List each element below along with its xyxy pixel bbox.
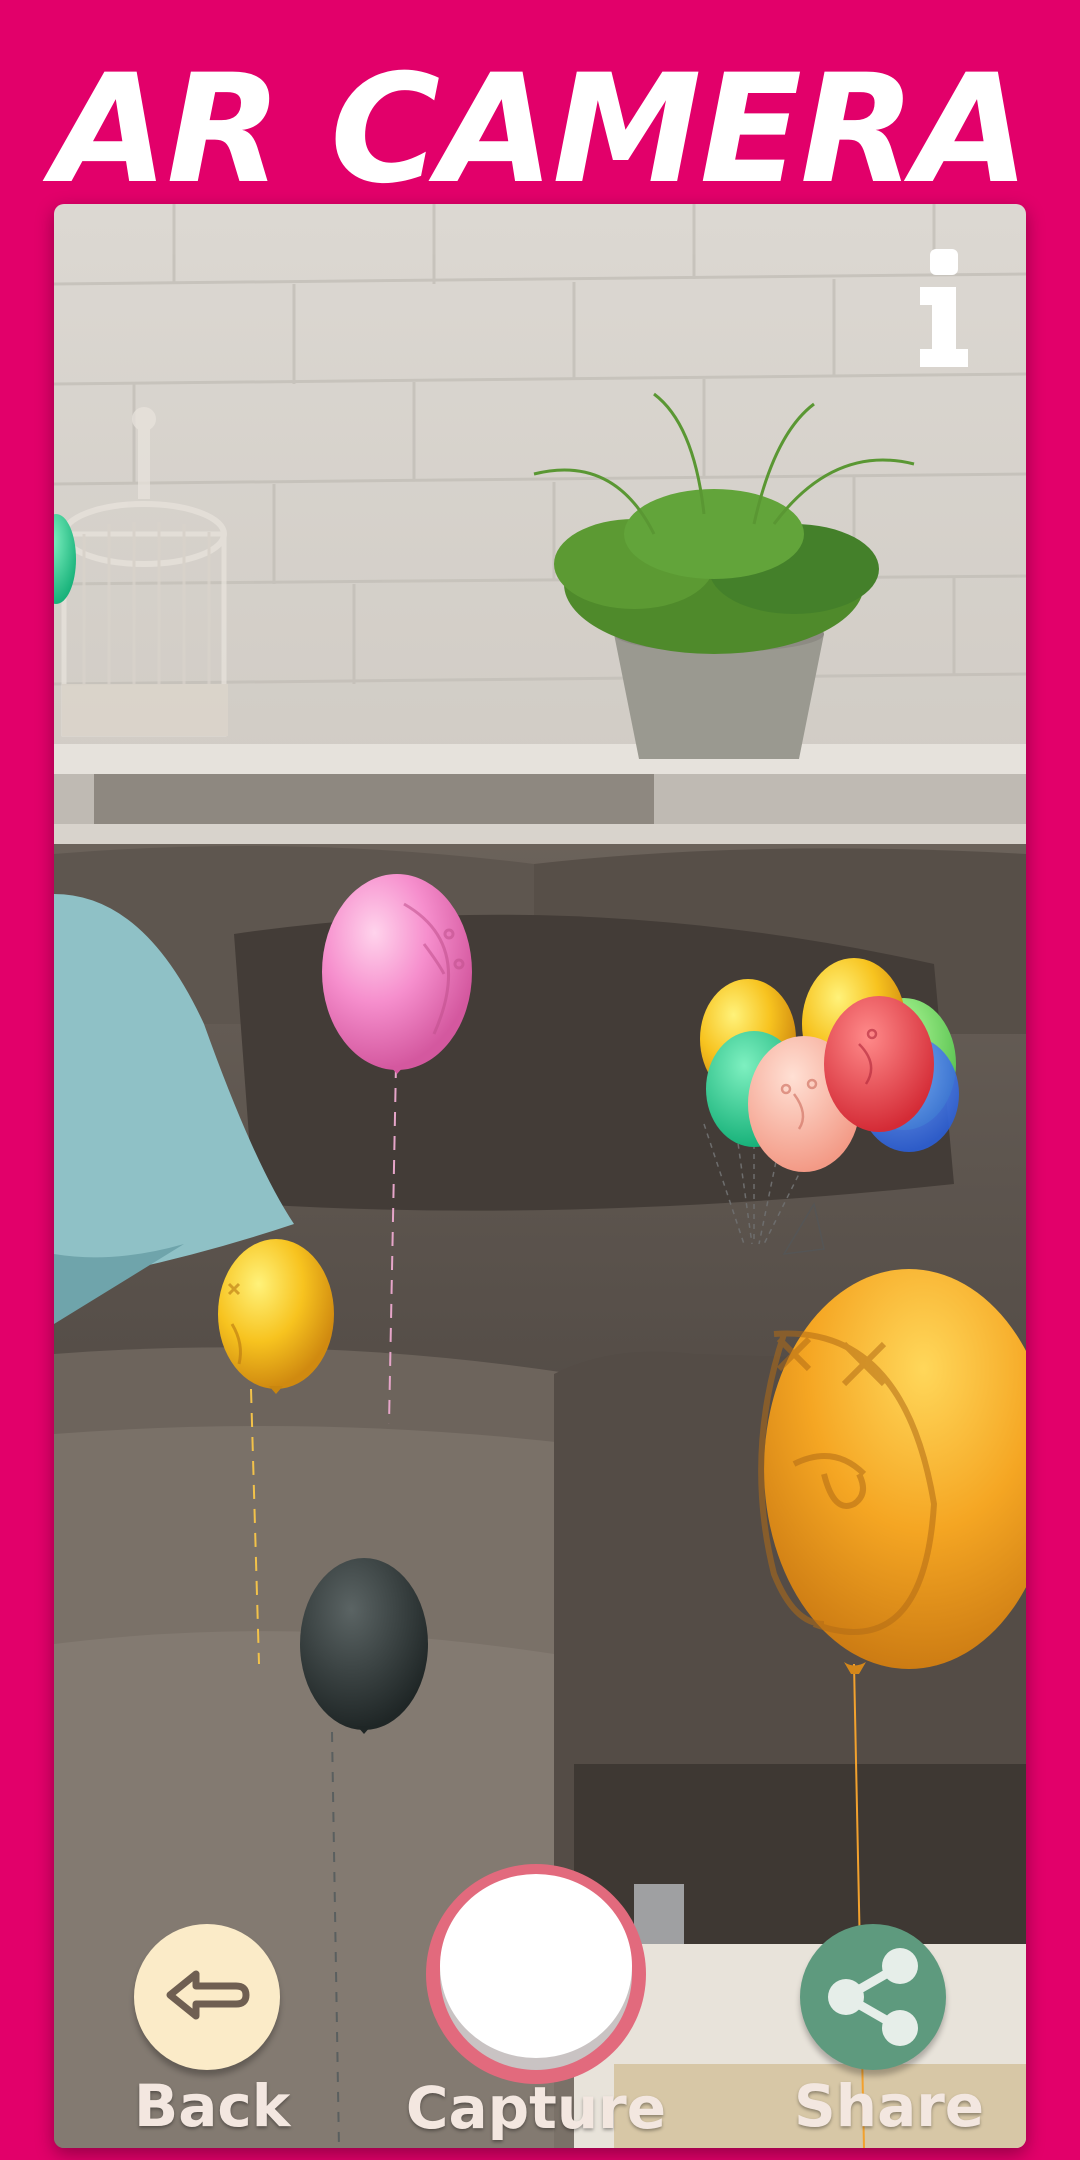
capture-label: Capture <box>405 2074 667 2142</box>
info-button[interactable] <box>916 249 972 369</box>
back-label: Back <box>134 2072 291 2140</box>
capture-button[interactable]: Capture <box>406 1864 666 2144</box>
camera-viewport[interactable]: Back Capture Share <box>54 204 1026 2148</box>
back-button[interactable]: Back <box>134 1924 291 2144</box>
arrow-left-icon <box>166 1970 250 2020</box>
camera-scene <box>54 204 1026 2148</box>
app-title: AR Camera <box>52 43 1029 217</box>
share-label: Share <box>794 2072 985 2140</box>
share-button[interactable]: Share <box>794 1924 985 2144</box>
info-icon <box>920 249 968 367</box>
share-icon <box>828 1948 918 2046</box>
